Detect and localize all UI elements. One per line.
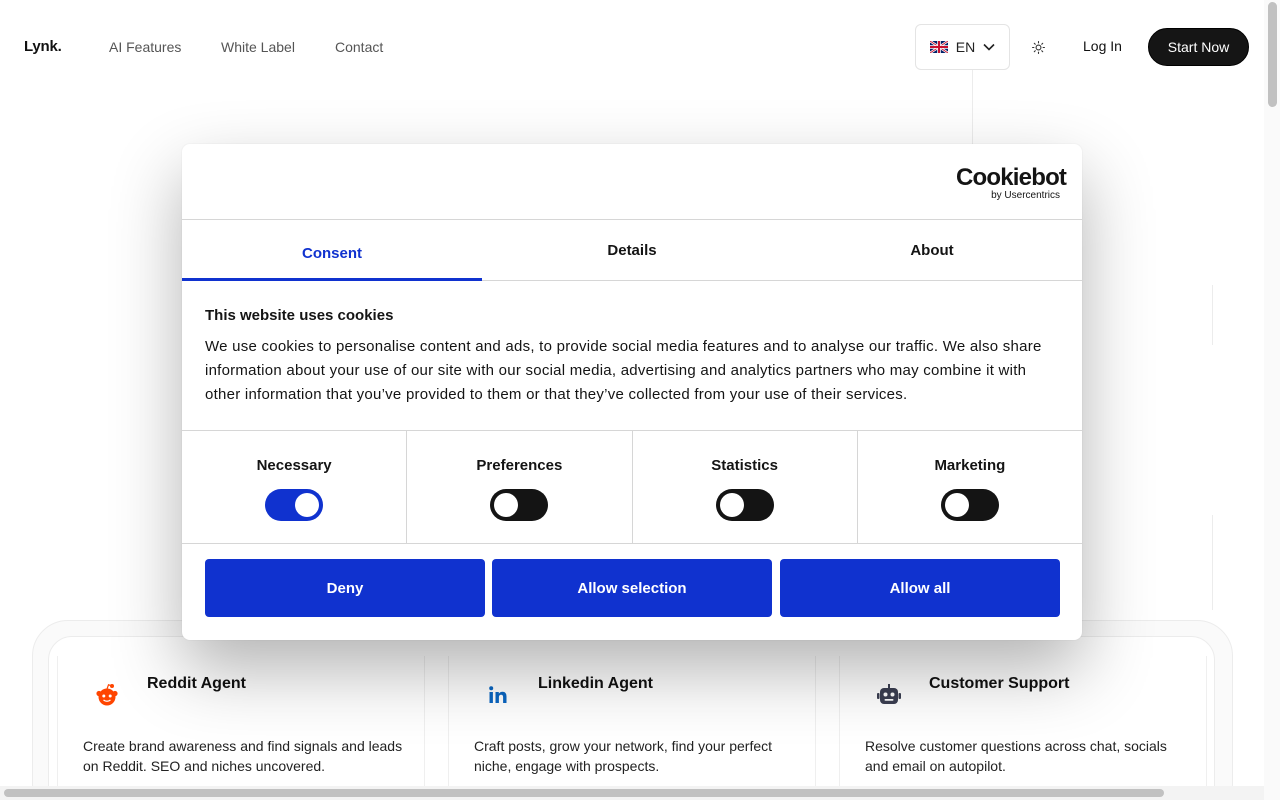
cookie-categories: Necessary Preferences Statistics Marketi… bbox=[182, 430, 1082, 544]
nav-link-contact[interactable]: Contact bbox=[335, 39, 383, 55]
cookie-tabs: Consent Details About bbox=[182, 219, 1082, 281]
language-selector[interactable]: EN bbox=[915, 24, 1010, 70]
horizontal-scrollbar-thumb[interactable] bbox=[4, 789, 1164, 797]
allow-selection-button[interactable]: Allow selection bbox=[492, 559, 772, 617]
feature-card-title: Reddit Agent bbox=[147, 675, 246, 692]
feature-card-description: Craft posts, grow your network, find you… bbox=[474, 738, 773, 774]
allow-all-button[interactable]: Allow all bbox=[780, 559, 1060, 617]
deny-button[interactable]: Deny bbox=[205, 559, 485, 617]
theme-toggle-button[interactable] bbox=[1028, 37, 1048, 57]
consent-description: We use cookies to personalise content an… bbox=[205, 338, 1042, 403]
category-preferences: Preferences bbox=[407, 431, 633, 543]
nav-link-white-label[interactable]: White Label bbox=[221, 39, 295, 55]
category-marketing: Marketing bbox=[858, 431, 1082, 543]
toggle-knob bbox=[719, 493, 744, 517]
marketing-toggle[interactable] bbox=[940, 489, 999, 521]
statistics-toggle[interactable] bbox=[715, 489, 774, 521]
feature-card-linkedin[interactable]: Linkedin Agent Craft posts, grow your ne… bbox=[448, 656, 816, 800]
feature-card-description: Create brand awareness and find signals … bbox=[83, 738, 403, 774]
toggle-knob bbox=[944, 493, 969, 517]
language-code: EN bbox=[955, 39, 976, 55]
preferences-toggle[interactable] bbox=[490, 489, 549, 521]
sun-icon bbox=[1031, 40, 1045, 54]
reddit-icon bbox=[82, 680, 132, 710]
nav-link-ai-features[interactable]: AI Features bbox=[109, 39, 181, 55]
feature-card-title: Linkedin Agent bbox=[538, 675, 653, 692]
login-link[interactable]: Log In bbox=[1083, 38, 1122, 54]
necessary-toggle[interactable] bbox=[265, 489, 324, 521]
cookiebot-logo-subtext: by Usercentrics bbox=[991, 190, 1060, 201]
vertical-scrollbar-thumb[interactable] bbox=[1268, 2, 1277, 107]
cookiebot-logo: Cookiebot by Usercentrics bbox=[956, 164, 1067, 202]
category-necessary: Necessary bbox=[182, 431, 408, 543]
tab-about[interactable]: About bbox=[782, 220, 1082, 281]
cookie-consent-dialog: Cookiebot by Usercentrics Consent Detail… bbox=[182, 144, 1082, 640]
tab-details[interactable]: Details bbox=[482, 220, 782, 281]
site-logo[interactable]: Lynk. bbox=[24, 38, 62, 55]
toggle-knob bbox=[295, 493, 320, 517]
feature-card-description: Resolve customer questions across chat, … bbox=[865, 738, 1167, 774]
tab-consent[interactable]: Consent bbox=[182, 220, 482, 281]
category-label: Marketing bbox=[934, 457, 1006, 474]
cookiebot-logo-text: Cookiebot bbox=[956, 164, 1067, 191]
category-label: Statistics bbox=[711, 457, 778, 474]
feature-card-customer-support[interactable]: Customer Support Resolve customer questi… bbox=[839, 656, 1207, 800]
start-now-button[interactable]: Start Now bbox=[1148, 28, 1249, 66]
category-statistics: Statistics bbox=[633, 431, 858, 543]
category-label: Preferences bbox=[476, 457, 563, 474]
feature-card-title: Customer Support bbox=[929, 675, 1070, 692]
consent-title: This website uses cookies bbox=[205, 307, 394, 324]
robot-icon bbox=[864, 680, 914, 710]
active-tab-indicator bbox=[182, 278, 482, 281]
feature-card-reddit[interactable]: Reddit Agent Create brand awareness and … bbox=[57, 656, 425, 800]
toggle-knob bbox=[494, 493, 519, 517]
linkedin-icon bbox=[473, 680, 523, 710]
top-navigation: Lynk. AI Features White Label Contact EN… bbox=[0, 0, 1264, 94]
background-line bbox=[1212, 515, 1213, 610]
vertical-scrollbar-track[interactable] bbox=[1264, 0, 1280, 800]
chevron-down-icon bbox=[983, 43, 995, 51]
category-label: Necessary bbox=[256, 457, 332, 474]
uk-flag-icon bbox=[929, 41, 948, 53]
background-line bbox=[1212, 285, 1213, 345]
